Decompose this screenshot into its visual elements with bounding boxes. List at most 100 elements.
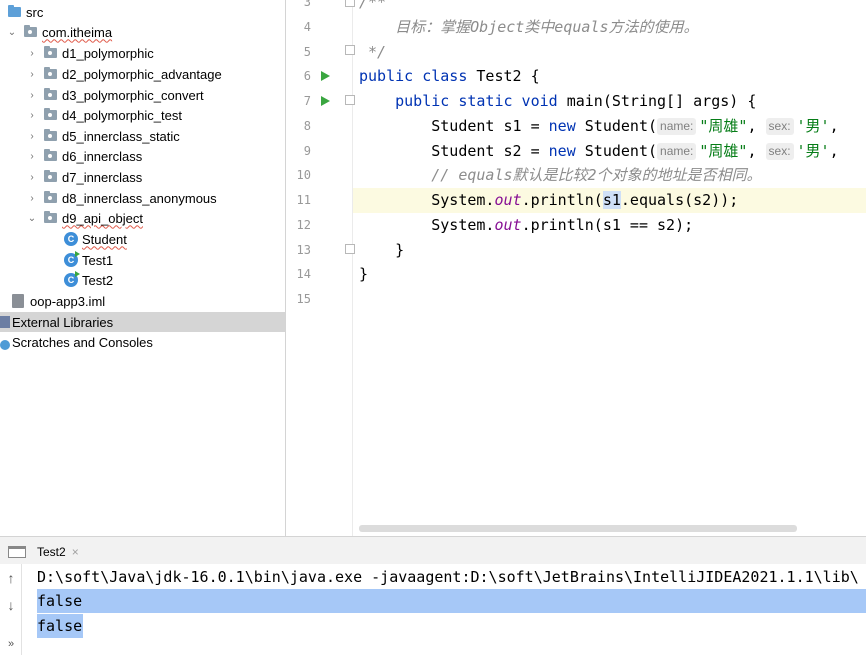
code-text: .println( xyxy=(521,191,603,209)
tree-item-src[interactable]: src xyxy=(0,2,285,22)
console-output[interactable]: D:\soft\Java\jdk-16.0.1\bin\java.exe -ja… xyxy=(23,564,866,655)
tree-item-d9[interactable]: ⌄ d9_api_object xyxy=(0,208,285,228)
code-editor[interactable]: 3 4 5 6 7 8 9 10 11 12 13 14 15 /** 目标：掌… xyxy=(287,0,866,536)
keyword: public class xyxy=(359,67,468,85)
param-hint: name: xyxy=(657,118,697,135)
tree-item-iml[interactable]: oop-app3.iml xyxy=(0,291,285,311)
line-number: 14 xyxy=(296,267,311,281)
line-number: 7 xyxy=(303,94,311,108)
package-icon xyxy=(44,211,57,223)
param-hint: name: xyxy=(657,143,697,160)
tree-item-student[interactable]: C Student xyxy=(0,229,285,249)
arrow-up-icon[interactable]: ↑ xyxy=(2,570,20,586)
arrow-down-icon[interactable]: ↓ xyxy=(2,597,20,613)
run-tab-test2[interactable]: Test2 × xyxy=(8,541,79,563)
line-number: 5 xyxy=(303,45,311,59)
fold-icon[interactable] xyxy=(345,244,355,254)
keyword: public static void xyxy=(395,92,558,110)
tree-item-label: d2_polymorphic_advantage xyxy=(62,66,222,82)
scratch-icon xyxy=(0,339,10,350)
param-hint: sex: xyxy=(765,118,794,135)
tree-item-d8[interactable]: › d8_innerclass_anonymous xyxy=(0,188,285,208)
fold-icon[interactable] xyxy=(345,45,355,55)
run-tab-label: Test2 xyxy=(37,545,66,559)
code-text: = xyxy=(521,117,549,135)
chevron-right-icon[interactable]: › xyxy=(26,146,38,166)
tree-item-label: d8_innerclass_anonymous xyxy=(62,190,217,206)
chevron-down-icon[interactable]: ⌄ xyxy=(6,22,18,42)
chevron-right-icon[interactable]: › xyxy=(26,85,38,105)
tree-item-d6[interactable]: › d6_innerclass xyxy=(0,146,285,166)
code-line-12: System.out.println(s1 == s2); xyxy=(359,213,693,238)
chevron-right-icon[interactable]: › xyxy=(26,64,38,84)
code-line-6: public class Test2 { xyxy=(359,64,540,89)
tree-item-test1[interactable]: C Test1 xyxy=(0,250,285,270)
run-main-icon[interactable] xyxy=(321,96,330,106)
tree-item-label: d9_api_object xyxy=(62,210,143,226)
console-icon xyxy=(8,546,26,558)
close-icon[interactable]: × xyxy=(72,545,79,559)
tree-item-d2[interactable]: › d2_polymorphic_advantage xyxy=(0,64,285,84)
tree-item-label: src xyxy=(26,4,44,20)
more-icon[interactable]: » xyxy=(2,638,20,650)
package-icon xyxy=(44,129,57,141)
tree-item-test2[interactable]: C Test2 xyxy=(0,270,285,290)
tree-item-com-itheima[interactable]: ⌄ com.itheima xyxy=(0,22,285,42)
code-line-13: } xyxy=(359,241,405,259)
code-line-3: /** xyxy=(359,0,387,11)
tree-item-d5[interactable]: › d5_innerclass_static xyxy=(0,126,285,146)
code-line-9: Student s2 = new Student(name: "周雄", sex:… xyxy=(359,139,839,164)
chevron-right-icon[interactable]: › xyxy=(26,167,38,187)
line-number: 4 xyxy=(303,20,311,34)
code-line-14: } xyxy=(359,265,369,283)
code-text: System. xyxy=(359,191,495,209)
source-folder-icon xyxy=(8,5,21,17)
class-icon: C xyxy=(64,232,78,246)
chevron-right-icon[interactable]: › xyxy=(26,126,38,146)
console-line: false xyxy=(37,617,83,635)
tree-item-label: oop-app3.iml xyxy=(30,293,106,309)
runnable-class-icon: C xyxy=(64,251,80,267)
package-icon xyxy=(44,170,57,182)
library-icon xyxy=(0,316,10,328)
tree-item-label: d3_polymorphic_convert xyxy=(62,87,204,103)
chevron-right-icon[interactable]: › xyxy=(26,43,38,63)
code-text: Student xyxy=(359,142,504,160)
selected-identifier: s1 xyxy=(602,191,621,209)
param-hint: sex: xyxy=(765,143,794,160)
run-class-icon[interactable] xyxy=(321,71,330,81)
selection-highlight xyxy=(37,589,866,613)
run-tool-window-tabs: Test2 × xyxy=(0,536,866,564)
module-file-icon xyxy=(12,294,24,308)
code-line-4: 目标：掌握Object类中equals方法的使用。 xyxy=(359,18,699,36)
line-number: 9 xyxy=(303,144,311,158)
chevron-right-icon[interactable]: › xyxy=(26,188,38,208)
tree-item-label: Test1 xyxy=(82,252,114,268)
tree-item-label: com.itheima xyxy=(42,24,113,40)
chevron-down-icon[interactable]: ⌄ xyxy=(26,208,38,228)
tree-item-d3[interactable]: › d3_polymorphic_convert xyxy=(0,85,285,105)
fold-icon[interactable] xyxy=(345,95,355,105)
tree-item-d1[interactable]: › d1_polymorphic xyxy=(0,43,285,63)
line-number: 15 xyxy=(296,292,311,306)
tree-item-d4[interactable]: › d4_polymorphic_test xyxy=(0,105,285,125)
package-icon xyxy=(44,88,57,100)
char-literal: '男' xyxy=(796,117,830,135)
class-glyph: C xyxy=(67,275,75,285)
tree-item-d7[interactable]: › d7_innerclass xyxy=(0,167,285,187)
run-toolbar: ↑ ↓ » xyxy=(0,564,22,655)
fold-icon[interactable] xyxy=(345,0,355,7)
tree-item-external-libraries[interactable]: External Libraries xyxy=(0,312,285,332)
variable: s1 xyxy=(503,117,522,135)
chevron-right-icon[interactable]: › xyxy=(26,105,38,125)
line-number: 3 xyxy=(303,0,311,9)
code-line-8: Student s1 = new Student(name: "周雄", sex:… xyxy=(359,114,839,139)
tree-item-label: External Libraries xyxy=(12,314,114,330)
console-line: D:\soft\Java\jdk-16.0.1\bin\java.exe -ja… xyxy=(37,568,859,586)
tree-item-label: Student xyxy=(82,231,127,247)
code-text: Test2 { xyxy=(467,67,540,85)
tree-item-scratches[interactable]: Scratches and Consoles xyxy=(0,332,285,352)
horizontal-scrollbar[interactable] xyxy=(359,525,797,532)
code-text: , xyxy=(747,117,766,135)
line-number: 11 xyxy=(296,193,311,207)
